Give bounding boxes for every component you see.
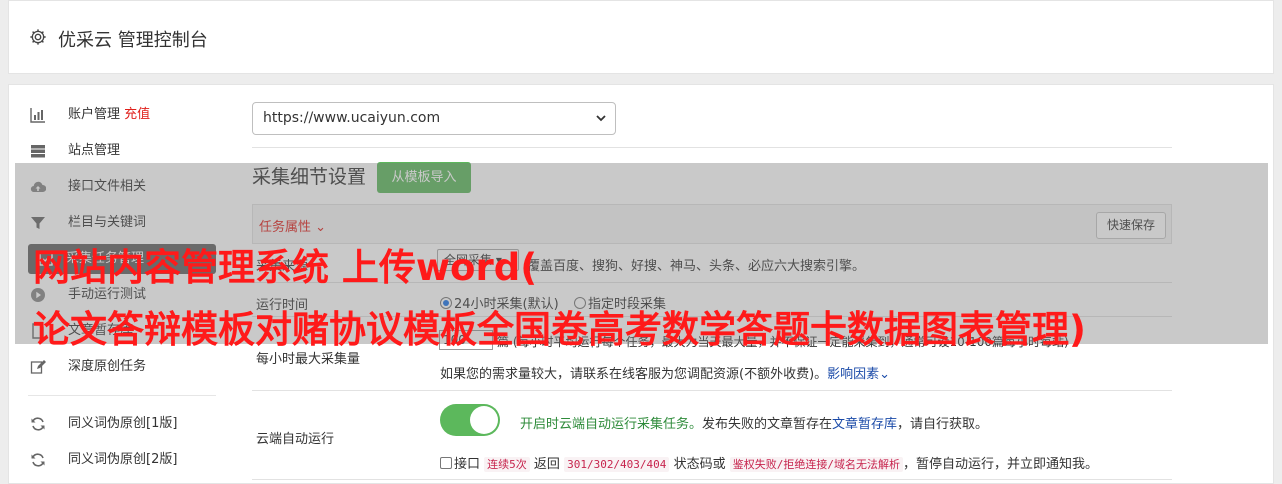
chevron-down-icon bbox=[596, 115, 606, 122]
refresh-icon bbox=[31, 417, 45, 431]
header-bar: 优采云 管理控制台 bbox=[8, 0, 1274, 74]
server-icon bbox=[31, 145, 45, 158]
site-url-value: https://www.ucaiyun.com bbox=[263, 110, 441, 126]
sidebar-item-label: 深度原创任务 bbox=[68, 359, 147, 374]
cloud-auto-description: 开启时云端自动运行采集任务。发布失败的文章暂存在文章暂存库，请自行获取。 bbox=[520, 417, 989, 432]
divider bbox=[252, 390, 1172, 391]
article-store-link[interactable]: 文章暂存库 bbox=[832, 417, 897, 432]
sidebar-item-label: 账户管理 bbox=[68, 107, 121, 122]
checkbox-unchecked bbox=[440, 457, 452, 469]
sidebar-item-sites[interactable]: 站点管理 bbox=[30, 136, 216, 166]
toggle-knob bbox=[470, 406, 498, 434]
overlay-text-line2: 论文答辩模板对赌协议模板全国卷高考数学答题卡数据图表管理) bbox=[33, 308, 1086, 351]
overlay-text-line1: 网站内容管理系统 上传word( bbox=[33, 246, 538, 289]
site-url-select[interactable]: https://www.ucaiyun.com bbox=[252, 102, 616, 135]
sidebar-item-synonym-v1[interactable]: 同义词伪原创[1版] bbox=[30, 409, 216, 439]
gear-icon bbox=[30, 29, 46, 45]
sidebar-item-synonym-v2[interactable]: 同义词伪原创[2版] bbox=[30, 445, 216, 475]
sidebar-divider bbox=[28, 395, 216, 396]
divider bbox=[252, 147, 1172, 148]
sidebar-item-label: 同义词伪原创[1版] bbox=[68, 416, 178, 431]
bar-chart-icon bbox=[30, 108, 45, 123]
influence-factors-link[interactable]: 影响因素⌄ bbox=[827, 367, 890, 382]
edit-icon bbox=[30, 360, 46, 374]
page-title: 优采云 管理控制台 bbox=[58, 30, 208, 51]
recharge-link[interactable]: 充值 bbox=[124, 107, 150, 122]
cloud-auto-toggle[interactable] bbox=[440, 404, 500, 436]
sidebar-item-label: 同义词伪原创[2版] bbox=[68, 452, 178, 467]
pause-on-error-checkbox[interactable]: 接口 连续5次 返回 301/302/403/404 状态码或 鉴权失败/拒绝连… bbox=[440, 453, 1098, 472]
sidebar-item-label: 站点管理 bbox=[68, 143, 121, 158]
divider bbox=[252, 479, 1172, 480]
sidebar-item-deep-original[interactable]: 深度原创任务 bbox=[30, 352, 216, 382]
sidebar-item-account[interactable]: 账户管理 充值 bbox=[30, 100, 216, 130]
refresh-icon bbox=[31, 453, 45, 467]
max-per-hour-note: 如果您的需求量较大，请联系在线客服为您调配资源(不额外收费)。影响因素⌄ bbox=[440, 367, 891, 382]
cloud-auto-label: 云端自动运行 bbox=[256, 432, 335, 447]
